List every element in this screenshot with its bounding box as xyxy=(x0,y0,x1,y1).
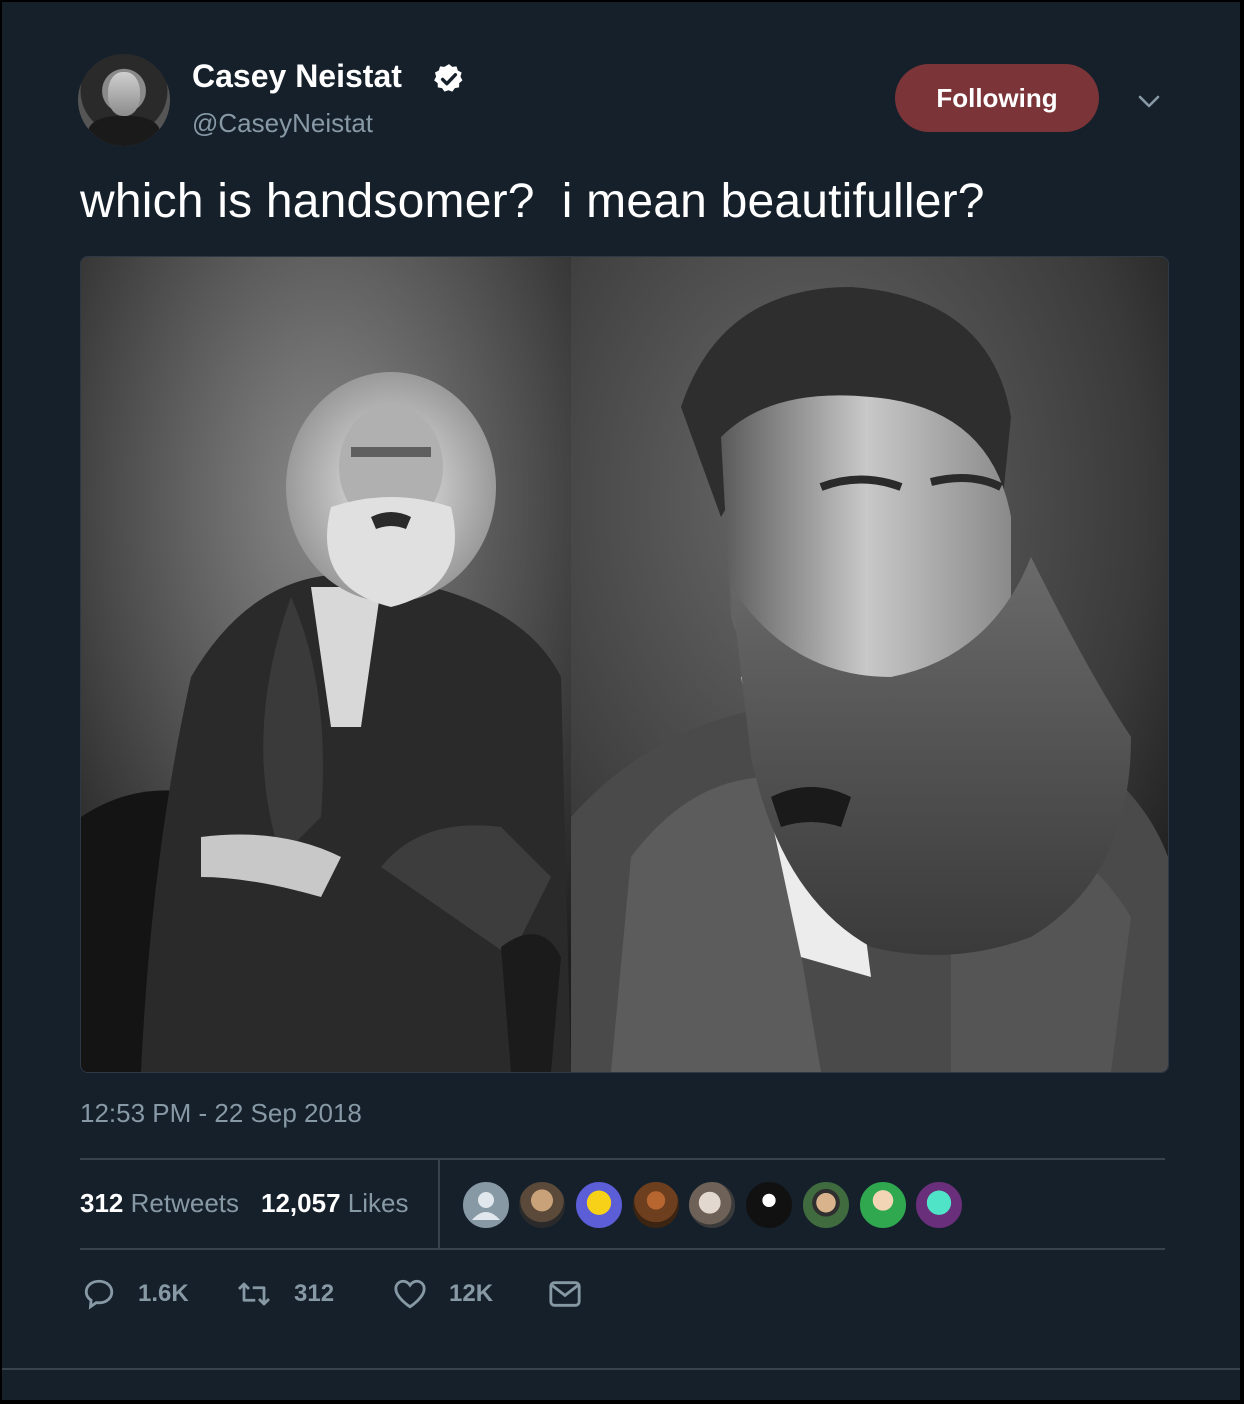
author-display-name[interactable]: Casey Neistat xyxy=(192,58,402,95)
retweet-icon xyxy=(238,1282,270,1306)
following-button[interactable]: Following xyxy=(895,64,1099,132)
liker-avatar[interactable] xyxy=(574,1180,624,1230)
liker-avatar[interactable] xyxy=(914,1180,964,1230)
retweet-action[interactable]: 312 xyxy=(236,1274,334,1314)
liker-avatar[interactable] xyxy=(858,1180,908,1230)
likes-stat[interactable]: 12,057 Likes xyxy=(261,1188,408,1218)
chevron-down-icon[interactable] xyxy=(1134,88,1164,114)
author-avatar[interactable] xyxy=(78,54,170,146)
liker-avatar[interactable] xyxy=(631,1180,681,1230)
tweet-text: which is handsomer? i mean beautifuller? xyxy=(80,175,985,228)
verified-badge-icon xyxy=(434,64,463,92)
tweet-stats: 312 Retweets 12,057 Likes xyxy=(80,1188,408,1219)
liker-avatar[interactable] xyxy=(461,1180,511,1230)
reply-action[interactable]: 1.6K xyxy=(82,1274,189,1314)
default-avatar-icon xyxy=(472,1192,500,1220)
direct-message-action[interactable] xyxy=(548,1274,604,1314)
tweet-screenshot: Casey Neistat @CaseyNeistat Following wh… xyxy=(2,2,1240,1400)
like-action[interactable]: 12K xyxy=(393,1274,493,1314)
liker-avatar[interactable] xyxy=(687,1180,737,1230)
liker-avatar[interactable] xyxy=(801,1180,851,1230)
friedrich-engels-portrait-image[interactable] xyxy=(571,257,1168,1072)
tweet-actions: 1.6K 312 12K xyxy=(2,1274,1240,1314)
stats-top-divider xyxy=(80,1158,1165,1160)
stats-bottom-divider xyxy=(80,1248,1165,1250)
tweet-card: Casey Neistat @CaseyNeistat Following wh… xyxy=(2,2,1240,1370)
tweet-timestamp[interactable]: 12:53 PM - 22 Sep 2018 xyxy=(80,1098,362,1129)
author-handle[interactable]: @CaseyNeistat xyxy=(192,108,373,139)
envelope-icon xyxy=(549,1281,581,1307)
tweet-media[interactable] xyxy=(80,256,1169,1073)
karl-marx-portrait-image[interactable] xyxy=(81,257,571,1072)
stats-separator xyxy=(438,1160,440,1250)
reply-icon xyxy=(84,1279,114,1310)
retweets-stat[interactable]: 312 Retweets xyxy=(80,1188,239,1218)
heart-icon xyxy=(394,1279,426,1309)
liker-avatar[interactable] xyxy=(517,1180,567,1230)
liker-avatar[interactable] xyxy=(744,1180,794,1230)
